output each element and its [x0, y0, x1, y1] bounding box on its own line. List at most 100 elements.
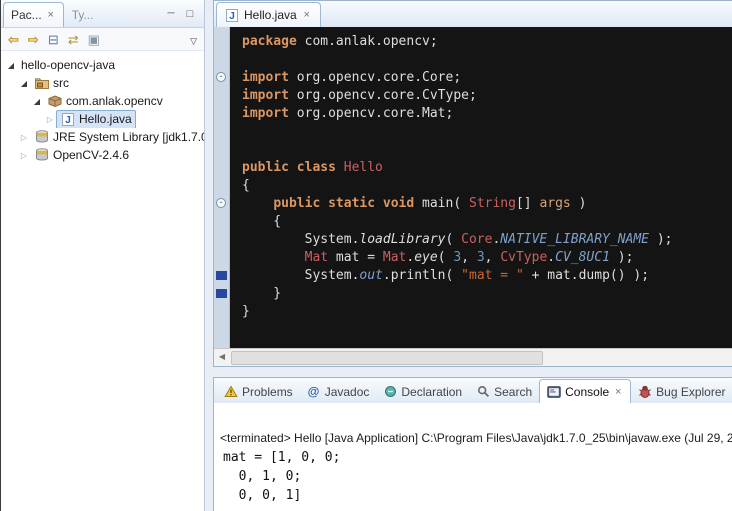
code-line: Mat mat = Mat.eye( 3, 3, CvType.CV_8UC1 …	[242, 249, 732, 267]
expand-arrow-icon[interactable]	[44, 115, 56, 124]
java-file-icon: J	[225, 8, 239, 23]
source-folder-icon	[34, 75, 50, 91]
view-menu-icon[interactable]	[190, 33, 197, 46]
minimize-icon[interactable]	[165, 8, 177, 20]
editor-body: package com.anlak.opencv; import org.open…	[214, 27, 732, 349]
occurrence-marker	[216, 271, 227, 280]
console-icon	[547, 385, 561, 398]
collapse-arrow-icon[interactable]	[31, 97, 43, 106]
tab-label: Ty...	[72, 8, 94, 22]
explorer-toolbar	[1, 28, 204, 51]
tree-item-jre-system-library-jdk1-7-0-25[interactable]: JRE System Library [jdk1.7.0_25]	[1, 128, 204, 146]
console-status-line: <terminated> Hello [Java Application] C:…	[220, 431, 732, 445]
tab-label: Search	[494, 385, 532, 399]
tree-item-label: com.anlak.opencv	[66, 94, 163, 108]
tree-item-labelbox: hello-opencv-java	[17, 56, 119, 74]
svg-text:J: J	[229, 11, 235, 22]
tab-declaration[interactable]: Declaration	[376, 380, 469, 403]
search-icon	[476, 385, 490, 398]
expand-arrow-icon[interactable]	[18, 151, 30, 160]
tab-label: Problems	[242, 385, 293, 399]
link-with-editor-icon[interactable]	[68, 33, 79, 46]
tab-console[interactable]: Console	[539, 379, 631, 403]
scrollbar-thumb[interactable]	[231, 351, 543, 365]
back-icon[interactable]	[8, 33, 19, 46]
tab-bug-explorer[interactable]: Bug Explorer	[631, 380, 732, 403]
code-line: public class Hello	[242, 159, 732, 177]
tree-item-src[interactable]: src	[1, 74, 204, 92]
tree-item-com-anlak-opencv[interactable]: com.anlak.opencv	[1, 92, 204, 110]
tree-item-labelbox: src	[30, 74, 73, 92]
close-icon[interactable]	[302, 10, 312, 20]
bottom-panel: Problems @Javadoc Declaration Search Console…	[213, 377, 732, 511]
code-line: {	[242, 213, 732, 231]
declaration-icon	[383, 385, 397, 398]
code-line	[242, 51, 732, 69]
tab-package-explorer[interactable]: Pac...	[3, 2, 64, 27]
close-icon[interactable]	[46, 10, 56, 20]
scroll-left-icon[interactable]	[214, 349, 230, 365]
code-line: public static void main( String[] args )	[242, 195, 732, 213]
tab-type-hierarchy[interactable]: Ty...	[64, 2, 102, 27]
occurrence-marker	[216, 289, 227, 298]
tab-problems[interactable]: Problems	[217, 380, 300, 403]
annotation-ruler	[214, 27, 230, 349]
tree-item-label: OpenCV-2.4.6	[53, 148, 129, 162]
code-area[interactable]: package com.anlak.opencv; import org.open…	[230, 27, 732, 349]
code-line: package com.anlak.opencv;	[242, 33, 732, 51]
library-icon	[34, 147, 50, 163]
javadoc-icon: @	[307, 385, 321, 398]
collapse-arrow-icon[interactable]	[5, 61, 17, 70]
console-view: <terminated> Hello [Java Application] C:…	[214, 403, 732, 511]
svg-text:J: J	[65, 115, 71, 126]
collapse-all-icon[interactable]	[48, 33, 59, 46]
code-line	[242, 123, 732, 141]
horizontal-scrollbar[interactable]	[214, 348, 732, 366]
close-icon[interactable]	[613, 387, 623, 397]
tab-label: Console	[565, 385, 609, 399]
view-window-buttons	[165, 8, 204, 27]
focus-icon[interactable]	[88, 33, 100, 46]
tree-item-label: src	[53, 76, 69, 90]
tab-label: Declaration	[401, 385, 462, 399]
collapse-arrow-icon[interactable]	[18, 79, 30, 88]
tree-item-hello-opencv-java[interactable]: hello-opencv-java	[1, 56, 204, 74]
problems-icon	[224, 385, 238, 398]
java-file-icon: J	[60, 111, 76, 127]
code-line: import org.opencv.core.Core;	[242, 69, 732, 87]
tab-label: Bug Explorer	[656, 385, 725, 399]
bug-icon	[638, 385, 652, 398]
code-line: {	[242, 177, 732, 195]
expand-arrow-icon[interactable]	[18, 133, 30, 142]
tree-item-labelbox: J Hello.java	[56, 110, 136, 128]
forward-icon[interactable]	[28, 33, 39, 46]
code-line	[242, 141, 732, 159]
tree-item-label: JRE System Library [jdk1.7.0_25]	[53, 130, 204, 144]
library-icon	[34, 129, 50, 145]
fold-collapse-icon[interactable]	[216, 72, 226, 82]
maximize-icon[interactable]	[184, 8, 196, 20]
tab-search[interactable]: Search	[469, 380, 539, 403]
code-line: import org.opencv.core.CvType;	[242, 87, 732, 105]
code-line: System.loadLibrary( Core.NATIVE_LIBRARY_…	[242, 231, 732, 249]
tab-hello-java[interactable]: J Hello.java	[216, 2, 321, 27]
fold-collapse-icon[interactable]	[216, 198, 226, 208]
tree-item-labelbox: JRE System Library [jdk1.7.0_25]	[30, 128, 204, 146]
console-output[interactable]: mat = [1, 0, 0; 0, 1, 0; 0, 0, 1]	[223, 448, 732, 505]
tree-item-label: hello-opencv-java	[21, 58, 115, 72]
code-line: }	[242, 303, 732, 321]
bottom-tabbar: Problems @Javadoc Declaration Search Console…	[214, 378, 732, 404]
tab-label: Hello.java	[244, 8, 297, 22]
tab-javadoc[interactable]: @Javadoc	[300, 380, 377, 403]
eclipse-workbench: Pac... Ty... hello-opencv-java src com.anl…	[0, 0, 732, 511]
tree-item-opencv-2-4-6[interactable]: OpenCV-2.4.6	[1, 146, 204, 164]
left-tabbar: Pac... Ty...	[1, 0, 204, 28]
tree-item-label: Hello.java	[79, 112, 132, 126]
tree-item-labelbox: OpenCV-2.4.6	[30, 146, 133, 164]
tree-item-labelbox: com.anlak.opencv	[43, 92, 167, 110]
code-line: System.out.println( "mat = " + mat.dump(…	[242, 267, 732, 285]
tree-item-hello-java[interactable]: J Hello.java	[1, 110, 204, 128]
code-line: import org.opencv.core.Mat;	[242, 105, 732, 123]
package-explorer-panel: Pac... Ty... hello-opencv-java src com.anl…	[0, 0, 205, 511]
package-tree: hello-opencv-java src com.anlak.opencv J Hel…	[1, 51, 204, 164]
